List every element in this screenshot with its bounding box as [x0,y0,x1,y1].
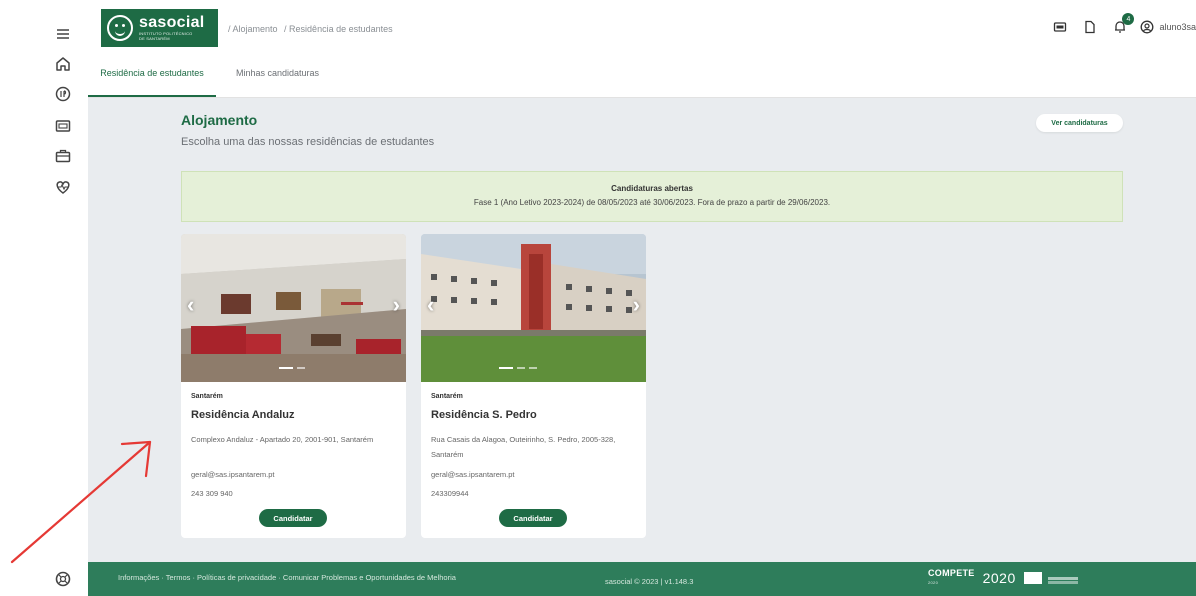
breadcrumb: / Alojamento / Residência de estudantes [228,24,397,34]
carousel-prev-icon[interactable]: ‹ [187,294,194,316]
user-icon [1141,20,1154,34]
top-header: sasocial INSTITUTO POLITÉCNICO DE SANTAR… [88,0,1196,60]
page-footer: Informações · Termos · Políticas de priv… [88,562,1196,596]
tab-bar: Residência de estudantes Minhas candidat… [88,60,1196,98]
carousel-next-icon[interactable]: › [633,294,640,316]
briefcase-icon[interactable] [54,147,72,165]
residence-name: Residência Andaluz [191,409,295,421]
residence-phone: 243309944 [431,489,469,498]
page-subtitle: Escolha uma das nossas residências de es… [181,136,435,148]
residence-address: Rua Casais da Alagoa, Outeirinho, S. Ped… [431,435,616,459]
carousel-indicator [499,367,541,369]
carousel-next-icon[interactable]: › [393,294,400,316]
user-menu[interactable]: aluno3sa [1140,20,1196,34]
residence-photo-andaluz: ‹ › [181,234,406,382]
residence-city: Santarém [431,393,463,400]
food-icon[interactable] [54,85,72,103]
brand-name: sasocial [139,14,205,31]
compete-year: 2020 [928,580,939,585]
bell-icon[interactable]: 4 [1112,13,1135,35]
eu-fund-text-logo [1047,576,1078,580]
carousel-indicator [279,367,309,369]
username: aluno3sa [1159,22,1196,32]
header-actions: 4 aluno3sa [1038,13,1196,38]
tab-residencia-estudantes[interactable]: Residência de estudantes [88,66,216,97]
residence-address: Complexo Andaluz - Apartado 20, 2001-901… [191,435,374,444]
residence-name: Residência S. Pedro [431,409,537,421]
breadcrumb-alojamento[interactable]: / Alojamento [228,24,278,34]
brand-sub-2: DE SANTARÉM [139,36,170,41]
footer-version: sasocial © 2023 | v1.148.3 [605,577,694,586]
breadcrumb-residencia: / Residência de estudantes [284,24,393,34]
smiley-logo-icon [107,15,133,41]
apply-button[interactable]: Candidatar [499,509,567,527]
residence-card-s-pedro: ‹ › Santarém Residência S. Pedro Rua Cas… [421,234,646,538]
residence-email: geral@sas.ipsantarem.pt [431,470,515,479]
notice-body: Fase 1 (Ano Letivo 2023-2024) de 08/05/2… [473,198,831,207]
tab-minhas-candidaturas[interactable]: Minhas candidaturas [236,66,319,97]
notice-title: Candidaturas abertas [611,184,693,193]
health-icon[interactable] [54,178,72,196]
portugal-2020-logo: 2020 [982,570,1016,586]
funding-logos: COMPETE 2020 2020 [928,569,1078,587]
applications-open-notice: Candidaturas abertas Fase 1 (Ano Letivo … [181,171,1123,222]
carousel-prev-icon[interactable]: ‹ [427,294,434,316]
home-icon[interactable] [54,55,72,73]
footer-links[interactable]: Informações · Termos · Políticas de priv… [118,574,478,582]
wallet-icon[interactable] [54,117,72,135]
apply-button[interactable]: Candidatar [259,509,327,527]
sasocial-logo[interactable]: sasocial INSTITUTO POLITÉCNICO DE SANTAR… [101,9,218,47]
card-icon[interactable] [1052,19,1068,35]
compete-text: COMPETE [928,568,975,578]
residence-photo-s-pedro: ‹ › [421,234,646,382]
eu-flag-icon [1023,572,1042,584]
compete-logo: COMPETE 2020 [928,569,975,587]
residence-phone: 243 309 940 [191,489,233,498]
document-icon[interactable] [1082,19,1098,35]
residence-card-andaluz: ‹ › Santarém Residência Andaluz Complexo… [181,234,406,538]
notification-badge: 4 [1122,13,1135,25]
annotation-arrow-icon [10,440,152,564]
menu-icon[interactable] [54,25,72,43]
page-title: Alojamento [181,112,258,128]
view-applications-button[interactable]: Ver candidaturas [1036,114,1123,132]
app-page: sasocial INSTITUTO POLITÉCNICO DE SANTAR… [0,0,1196,596]
residence-email: geral@sas.ipsantarem.pt [191,470,275,479]
residence-city: Santarém [191,393,223,400]
